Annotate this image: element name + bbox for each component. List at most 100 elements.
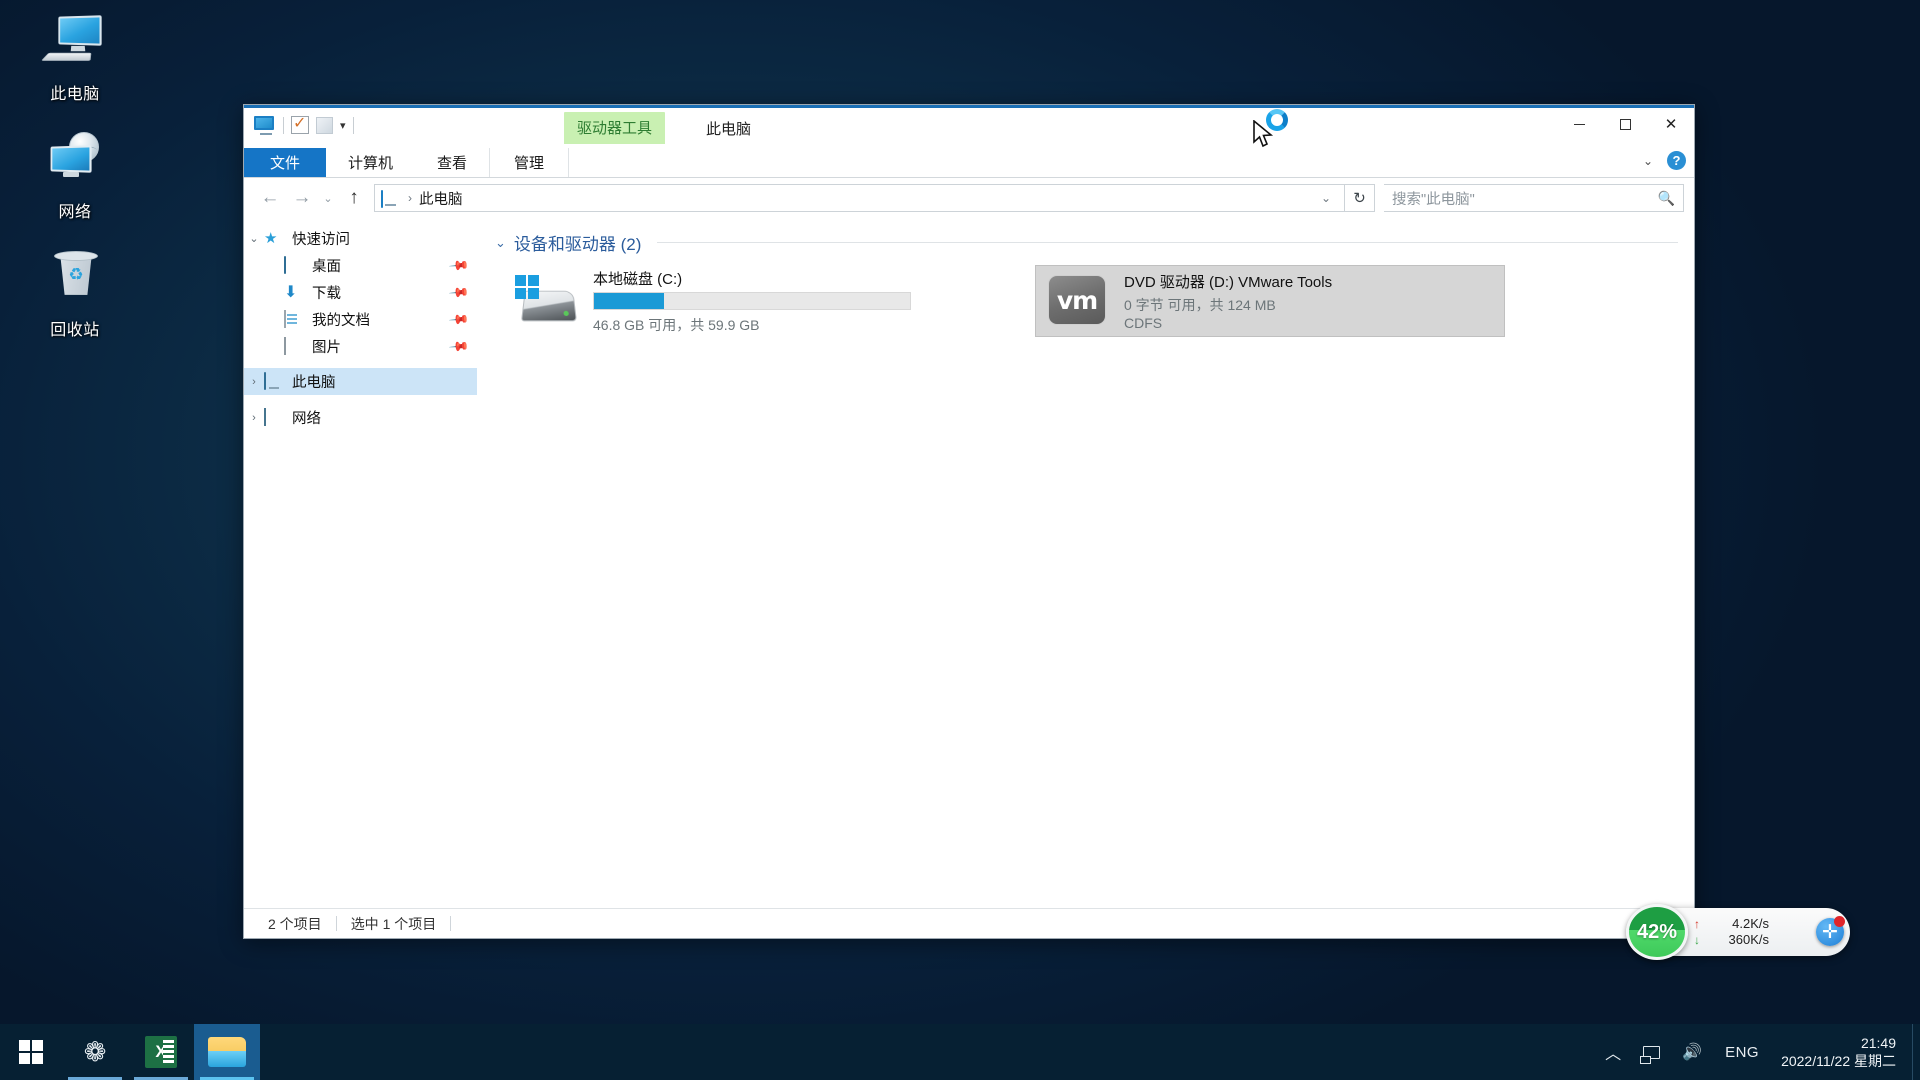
network-values: 4.2K/s 360K/s (1707, 917, 1769, 947)
back-button[interactable]: ← (254, 183, 286, 213)
busy-spinner-icon (1266, 109, 1288, 131)
start-button[interactable] (0, 1024, 62, 1080)
pin-icon[interactable]: 📌 (448, 308, 470, 331)
show-hidden-icons-button[interactable]: ︿ (1594, 1040, 1632, 1064)
ss-app-icon: ❁ (83, 1036, 107, 1067)
sidebar-item-network[interactable]: › 网络 (244, 404, 477, 431)
close-button[interactable]: ✕ (1648, 108, 1694, 140)
cpu-usage-value: 42% (1636, 920, 1678, 943)
clock[interactable]: 21:49 2022/11/22 星期二 (1771, 1034, 1912, 1070)
desktop-icon-label: 此电脑 (50, 86, 100, 103)
status-bar: 2 个项目 选中 1 个项目 (244, 908, 1694, 938)
pin-icon[interactable]: 📌 (448, 335, 470, 358)
network-tray-icon[interactable] (1632, 1045, 1671, 1064)
search-box[interactable]: 搜索"此电脑" 🔍 (1384, 184, 1684, 212)
chevron-down-icon[interactable]: ⌄ (1643, 154, 1653, 168)
address-bar-row: ← → ⌄ ↑ › 此电脑 ⌄ ↻ 搜索"此电脑" 🔍 (244, 178, 1694, 218)
ribbon-tab-bar: 文件 计算机 查看 管理 ⌄ ? (244, 148, 1694, 178)
tab-computer[interactable]: 计算机 (326, 148, 415, 177)
forward-button[interactable]: → (286, 183, 318, 213)
vmware-logo-text: vm (1056, 285, 1098, 315)
volume-icon[interactable]: 🔊 (1671, 1042, 1713, 1062)
sidebar-item-quick-access[interactable]: ⌄ ★ 快速访问 (244, 225, 477, 252)
new-folder-icon[interactable] (316, 116, 333, 134)
sidebar-item-this-pc[interactable]: › 此电脑 (244, 368, 477, 395)
chevron-right-icon[interactable]: › (244, 412, 264, 424)
drive-free-space: 46.8 GB 可用，共 59.9 GB (593, 316, 760, 333)
taskbar-app-file-explorer[interactable] (194, 1024, 260, 1080)
network-arrows: ↑ ↓ (1694, 917, 1700, 947)
chevron-right-icon[interactable]: › (244, 376, 264, 388)
divider (657, 242, 1678, 243)
quick-access-toolbar: ▾ (254, 108, 354, 138)
network-boost-badge[interactable]: ✛ (1816, 916, 1845, 946)
pin-star-icon: ★ (264, 229, 278, 247)
group-header-devices-and-drives[interactable]: ⌄ 设备和驱动器 (2) (495, 230, 1694, 255)
recent-locations-button[interactable]: ⌄ (318, 183, 338, 213)
title-bar[interactable]: ▾ 驱动器工具 此电脑 ✕ (244, 108, 1694, 148)
search-input[interactable]: 搜索"此电脑" (1392, 188, 1658, 209)
this-pc-icon[interactable] (254, 115, 276, 135)
customize-qat-caret[interactable]: ▾ (340, 119, 346, 132)
window-title: 此电脑 (706, 121, 752, 138)
desktop-icon-label: 回收站 (50, 322, 100, 339)
taskbar: ❁ X ︿ 🔊 ENG 21:49 2022/11/22 星期二 (0, 1024, 1920, 1080)
status-item-count: 2 个项目 (268, 915, 322, 932)
download-arrow-icon: ↓ (1694, 933, 1700, 947)
window-controls: ✕ (1556, 108, 1694, 140)
sidebar-item-desktop[interactable]: 桌面 📌 (244, 252, 477, 279)
up-button[interactable]: ↑ (338, 183, 370, 213)
divider (450, 916, 452, 931)
sidebar-item-label: 图片 (312, 340, 341, 356)
sidebar-item-downloads[interactable]: ⬇ 下载 📌 (244, 279, 477, 306)
refresh-button[interactable]: ↻ (1345, 184, 1375, 212)
downloads-icon: ⬇ (284, 283, 298, 301)
sidebar-item-documents[interactable]: 我的文档 📌 (244, 306, 477, 333)
vmware-disc-icon: vm (1044, 273, 1110, 329)
excel-icon: X (145, 1036, 177, 1068)
desktop-icon-recycle-bin[interactable]: ♻ 回收站 (0, 244, 150, 362)
chevron-down-icon[interactable]: ⌄ (244, 232, 264, 245)
properties-icon[interactable] (291, 113, 309, 134)
drive-capacity-bar (593, 291, 911, 310)
desktop-icon-network[interactable]: 网络 (0, 126, 150, 244)
drive-tile-local-disk-c[interactable]: 本地磁盘 (C:) 46.8 GB 可用，共 59.9 GB (505, 265, 975, 337)
chevron-down-icon[interactable]: ⌄ (495, 235, 506, 251)
tab-manage[interactable]: 管理 (489, 148, 570, 177)
download-speed: 360K/s (1728, 932, 1769, 947)
sidebar-item-label: 网络 (292, 411, 321, 427)
clock-date: 2022/11/22 星期二 (1781, 1053, 1896, 1069)
desktop-icon-this-pc[interactable]: 此电脑 (0, 8, 150, 126)
tab-file[interactable]: 文件 (244, 148, 327, 177)
address-bar[interactable]: › 此电脑 ⌄ (374, 184, 1345, 212)
search-icon: 🔍 (1657, 189, 1675, 206)
file-list-pane[interactable]: ⌄ 设备和驱动器 (2) 本地磁盘 (C:) 46.8 GB 可用，共 59.9… (477, 218, 1694, 908)
show-desktop-button[interactable] (1912, 1024, 1920, 1080)
drive-tile-dvd-d[interactable]: vm DVD 驱动器 (D:) VMware Tools 0 字节 可用，共 1… (1035, 265, 1505, 337)
taskbar-app-excel[interactable]: X (128, 1024, 194, 1080)
help-button[interactable]: ? (1667, 151, 1686, 170)
network-monitor-widget[interactable]: 42% ↑ ↓ 4.2K/s 360K/s ✛ (1626, 904, 1850, 960)
explorer-body: ⌄ ★ 快速访问 桌面 📌 ⬇ 下载 📌 我的文档 📌 图片 📌 › 此电脑 ›… (244, 218, 1694, 908)
breadcrumb[interactable]: 此电脑 (419, 188, 463, 209)
pin-icon[interactable]: 📌 (448, 281, 470, 304)
pictures-icon (284, 336, 306, 356)
sidebar-item-pictures[interactable]: 图片 📌 (244, 333, 477, 360)
taskbar-app-ss[interactable]: ❁ (62, 1024, 128, 1080)
chevron-down-icon[interactable]: ⌄ (1314, 191, 1338, 205)
navigation-pane: ⌄ ★ 快速访问 桌面 📌 ⬇ 下载 📌 我的文档 📌 图片 📌 › 此电脑 ›… (244, 218, 477, 908)
tab-view[interactable]: 查看 (415, 148, 489, 177)
contextual-tab-drive-tools[interactable]: 驱动器工具 (564, 112, 666, 144)
maximize-button[interactable] (1602, 108, 1648, 140)
pin-icon[interactable]: 📌 (448, 254, 470, 277)
minimize-button[interactable] (1556, 108, 1602, 140)
drive-name: 本地磁盘 (C:) (593, 270, 683, 288)
drive-info: DVD 驱动器 (D:) VMware Tools 0 字节 可用，共 124 … (1124, 271, 1496, 331)
language-indicator[interactable]: ENG (1713, 1044, 1771, 1061)
network-speed-rows: ↑ ↓ 4.2K/s 360K/s (1694, 917, 1769, 948)
network-icon (43, 132, 107, 192)
group-title: 设备和驱动器 (2) (513, 235, 642, 254)
cpu-usage-gauge: 42% (1626, 904, 1688, 960)
sidebar-item-label: 我的文档 (312, 313, 370, 329)
sidebar-item-label: 快速访问 (292, 232, 350, 248)
